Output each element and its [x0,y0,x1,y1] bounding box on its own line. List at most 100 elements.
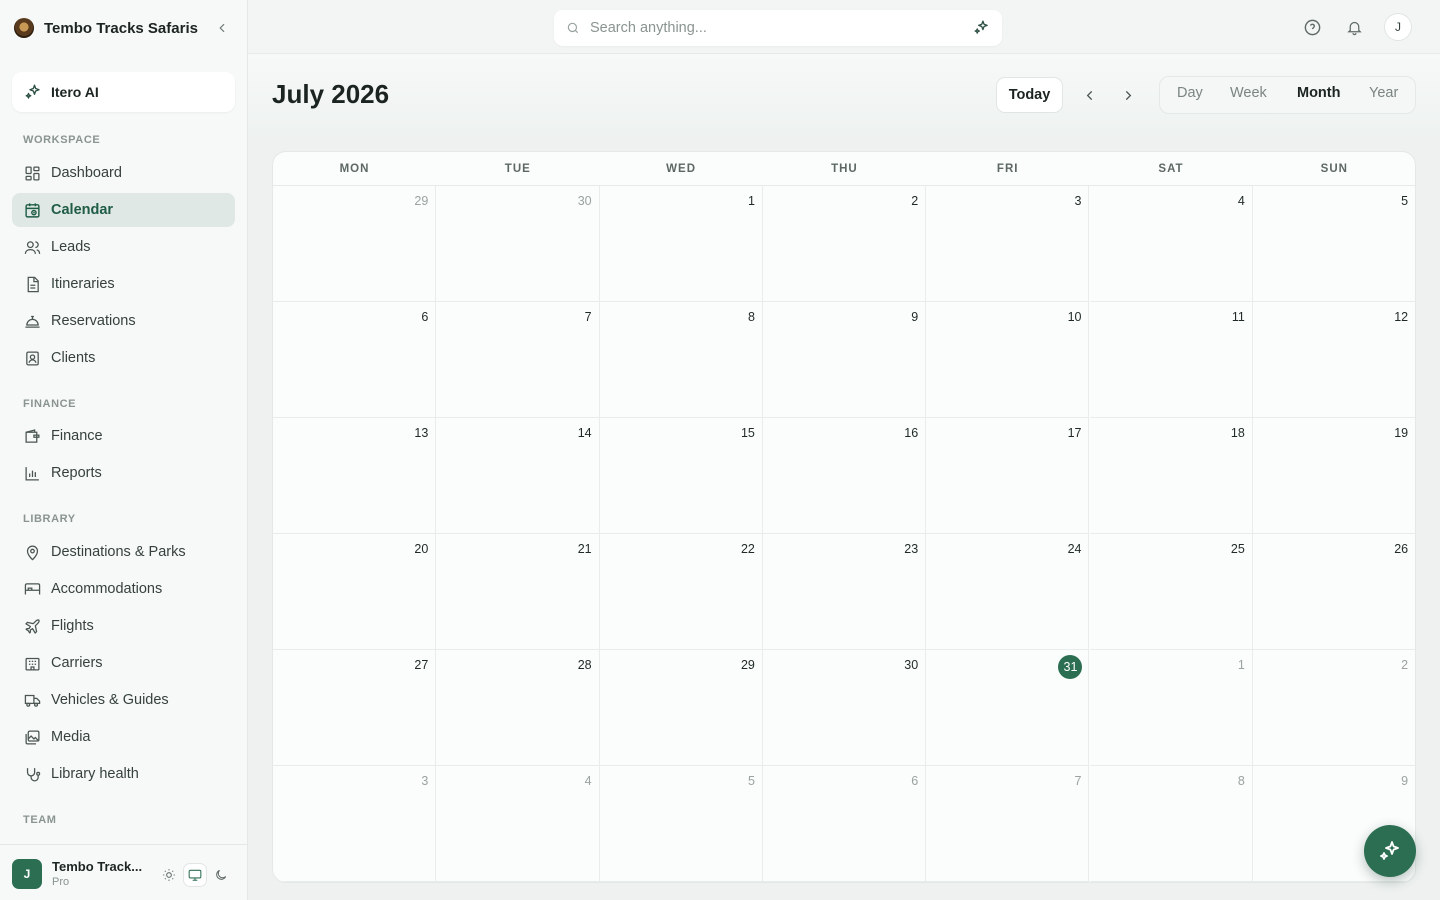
sidebar-item-label: Itineraries [51,276,115,292]
sidebar-item-carriers[interactable]: Carriers [12,646,235,680]
day-number: 16 [904,426,919,440]
sidebar-item-accommodations[interactable]: Accommodations [12,572,235,606]
images-icon [23,728,41,746]
day-cell[interactable]: 30 [762,650,927,766]
sidebar-item-vehicles[interactable]: Vehicles & Guides [12,683,235,717]
day-cell[interactable]: 24 [926,534,1090,650]
day-cell[interactable]: 19 [1252,418,1415,534]
day-cell[interactable]: 22 [599,534,763,650]
light-theme-button[interactable] [158,864,180,886]
day-cell[interactable]: 17 [926,418,1090,534]
day-number: 29 [414,194,429,208]
org-avatar[interactable]: J [12,859,42,889]
day-number: 30 [904,658,919,672]
day-cell[interactable]: 7 [926,766,1090,882]
day-cell[interactable]: 10 [926,302,1090,418]
day-number: 21 [577,542,592,556]
notifications-button[interactable] [1343,16,1365,38]
today-button[interactable]: Today [996,77,1063,113]
sidebar-item-finance[interactable]: Finance [12,419,235,453]
day-number: 22 [740,542,755,556]
day-cell[interactable]: 30 [436,186,600,302]
search-bar[interactable] [554,10,1002,46]
sidebar-item-dashboard[interactable]: Dashboard [12,156,235,190]
day-cell[interactable]: 21 [436,534,600,650]
sidebar-item-calendar[interactable]: Calendar [12,193,235,227]
day-cell[interactable]: 7 [436,302,600,418]
brand[interactable]: Tembo Tracks Safaris [14,16,234,40]
chevron-left-icon [219,23,225,33]
weekday-header: SAT [1158,163,1184,175]
day-cell[interactable]: 11 [1089,302,1253,418]
day-number: 19 [1394,426,1409,440]
day-cell[interactable]: 8 [1089,766,1253,882]
day-cell[interactable]: 2 [1252,650,1415,766]
sun-icon [163,869,175,881]
sidebar-item-reservations[interactable]: Reservations [12,304,235,338]
day-cell[interactable]: 29 [273,186,437,302]
view-year-button[interactable]: Year [1369,85,1398,101]
day-cell[interactable]: 23 [762,534,927,650]
day-cell[interactable]: 1 [1089,650,1253,766]
collapse-sidebar-button[interactable] [212,18,232,38]
document-icon [23,275,41,293]
next-month-button[interactable] [1117,84,1139,106]
day-cell[interactable]: 25 [1089,534,1253,650]
previous-month-button[interactable] [1078,84,1100,106]
itero-ai-label: Itero AI [51,84,99,100]
sidebar-item-media[interactable]: Media [12,720,235,754]
day-cell[interactable]: 5 [599,766,763,882]
day-cell[interactable]: 3 [926,186,1090,302]
map-pin-icon [23,543,41,561]
sidebar-item-itineraries[interactable]: Itineraries [12,267,235,301]
day-cell[interactable]: 5 [1252,186,1415,302]
dark-theme-button[interactable] [210,864,232,886]
day-cell[interactable]: 6 [273,302,437,418]
day-cell[interactable]: 16 [762,418,927,534]
ai-search-sparkles-icon[interactable] [973,19,990,41]
day-cell[interactable]: 6 [762,766,927,882]
view-month-button[interactable]: Month [1297,85,1340,101]
day-cell[interactable]: 12 [1252,302,1415,418]
view-week-button[interactable]: Week [1230,85,1267,101]
sidebar-item-reports[interactable]: Reports [12,456,235,490]
day-cell[interactable]: 26 [1252,534,1415,650]
search-input[interactable] [590,20,950,36]
day-number: 7 [1074,774,1082,788]
sidebar-item-library-health[interactable]: Library health [12,757,235,791]
sidebar-item-label: Finance [51,428,103,444]
help-button[interactable] [1301,16,1323,38]
day-cell[interactable]: 28 [436,650,600,766]
contact-card-icon [23,349,41,367]
itero-ai-button[interactable]: Itero AI [12,72,235,112]
org-name[interactable]: Tembo Track... [52,859,150,874]
day-cell[interactable]: 1 [599,186,763,302]
day-cell[interactable]: 13 [273,418,437,534]
day-cell[interactable]: 27 [273,650,437,766]
sidebar-item-destinations[interactable]: Destinations & Parks [12,535,235,569]
sidebar-item-flights[interactable]: Flights [12,609,235,643]
sidebar-item-clients[interactable]: Clients [12,341,235,375]
moon-icon [216,869,227,880]
day-number: 1 [747,194,755,208]
user-avatar[interactable]: J [1384,13,1412,41]
day-cell[interactable]: 9 [762,302,927,418]
day-cell[interactable]: 20 [273,534,437,650]
day-cell[interactable]: 8 [599,302,763,418]
day-number: 5 [747,774,755,788]
ai-assistant-fab[interactable] [1364,825,1416,877]
system-theme-button[interactable] [184,864,206,886]
day-cell[interactable]: 4 [436,766,600,882]
view-day-button[interactable]: Day [1177,85,1203,101]
day-cell[interactable]: 2 [762,186,927,302]
brand-logo [14,18,34,38]
day-cell[interactable]: 15 [599,418,763,534]
day-cell[interactable]: 3 [273,766,437,882]
day-cell[interactable]: 4 [1089,186,1253,302]
day-cell[interactable]: 18 [1089,418,1253,534]
day-cell[interactable]: 29 [599,650,763,766]
day-number: 1 [1237,658,1245,672]
sidebar-item-leads[interactable]: Leads [12,230,235,264]
day-cell[interactable]: 14 [436,418,600,534]
day-cell-today[interactable]: 31 [926,650,1090,766]
